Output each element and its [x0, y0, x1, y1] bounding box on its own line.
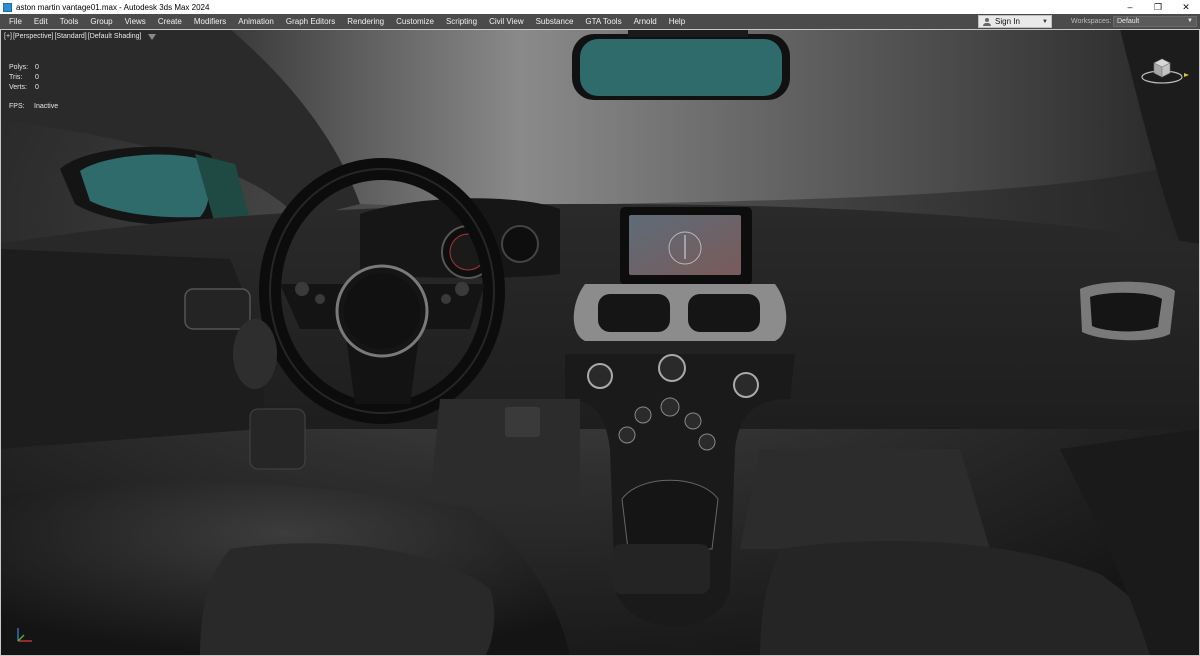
menu-bar: File Edit Tools Group Views Create Modif…: [0, 14, 1200, 29]
stat-key: Polys:: [9, 64, 29, 71]
viewport-label-menu[interactable]: [+] [Perspective] [Standard] [Default Sh…: [4, 33, 157, 40]
chevron-down-icon: ▼: [1187, 18, 1193, 24]
menu-scripting[interactable]: Scripting: [440, 14, 483, 29]
stat-value: 0: [35, 74, 39, 81]
menu-customize[interactable]: Customize: [390, 14, 440, 29]
title-bar: aston martin vantage01.max - Autodesk 3d…: [0, 0, 1200, 14]
fps-key: FPS:: [9, 103, 25, 110]
sign-in-label: Sign In: [995, 17, 1020, 26]
viewport-general-menu[interactable]: [+]: [4, 33, 12, 40]
menu-gta-tools[interactable]: GTA Tools: [579, 14, 627, 29]
viewport-statistics: Polys: 0 Tris: 0 Verts: 0: [9, 63, 39, 93]
viewport-camera-mode[interactable]: [Standard]: [54, 33, 86, 40]
user-icon: [983, 17, 991, 26]
chevron-down-icon: ▼: [1042, 18, 1048, 25]
3dsmax-app-icon: [3, 2, 12, 12]
axis-tripod-icon: [17, 628, 32, 642]
menu-arnold[interactable]: Arnold: [628, 14, 663, 29]
perspective-viewport[interactable]: [+] [Perspective] [Standard] [Default Sh…: [0, 29, 1200, 656]
menu-group[interactable]: Group: [84, 14, 118, 29]
stat-key: Tris:: [9, 74, 23, 81]
menu-rendering[interactable]: Rendering: [341, 14, 390, 29]
menu-views[interactable]: Views: [119, 14, 152, 29]
menu-civil-view[interactable]: Civil View: [483, 14, 530, 29]
menu-tools[interactable]: Tools: [54, 14, 85, 29]
viewport-shading-mode[interactable]: [Default Shading]: [88, 33, 142, 40]
minimize-button[interactable]: –: [1116, 0, 1144, 14]
window-controls: – ❐ ✕: [1116, 0, 1200, 14]
filter-icon[interactable]: [148, 33, 157, 40]
restore-button[interactable]: ❐: [1144, 0, 1172, 14]
menu-file[interactable]: File: [3, 14, 28, 29]
viewcube-icon[interactable]: [1140, 53, 1190, 87]
menu-animation[interactable]: Animation: [232, 14, 280, 29]
menu-substance[interactable]: Substance: [530, 14, 580, 29]
fps-readout: FPS: Inactive: [9, 103, 58, 110]
menu-help[interactable]: Help: [663, 14, 691, 29]
stat-value: 0: [35, 64, 39, 71]
stat-value: 0: [35, 84, 39, 91]
stat-key: Verts:: [9, 84, 27, 91]
viewport-point-of-view[interactable]: [Perspective]: [13, 33, 53, 40]
fps-value: Inactive: [34, 103, 59, 110]
workspaces-dropdown[interactable]: Default ▼: [1113, 16, 1197, 27]
stat-row: Verts: 0: [9, 83, 39, 93]
sign-in-button[interactable]: Sign In ▼: [978, 15, 1052, 28]
stat-row: Polys: 0: [9, 63, 39, 73]
menu-create[interactable]: Create: [152, 14, 188, 29]
menu-edit[interactable]: Edit: [28, 14, 54, 29]
window-title: aston martin vantage01.max - Autodesk 3d…: [16, 2, 210, 12]
car-interior-render: [0, 29, 1200, 656]
close-button[interactable]: ✕: [1172, 0, 1200, 14]
menu-modifiers[interactable]: Modifiers: [188, 14, 232, 29]
main-menu: File Edit Tools Group Views Create Modif…: [0, 14, 691, 29]
menu-graph-editors[interactable]: Graph Editors: [280, 14, 341, 29]
stat-row: Tris: 0: [9, 73, 39, 83]
workspaces-value: Default: [1117, 18, 1140, 25]
workspaces-label: Workspaces:: [1071, 18, 1112, 25]
